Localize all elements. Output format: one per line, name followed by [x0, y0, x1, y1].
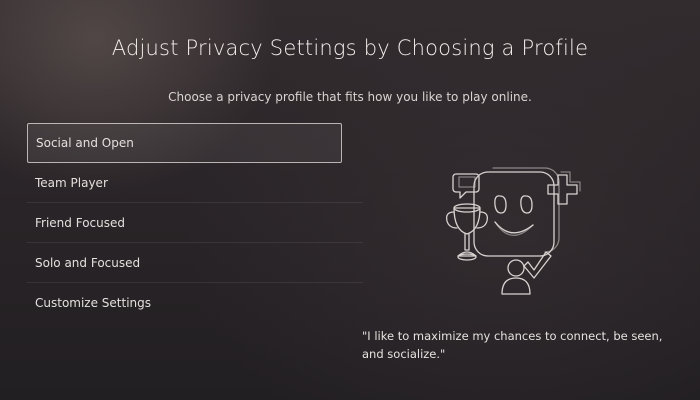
profile-option-solo-and-focused[interactable]: Solo and Focused — [27, 243, 363, 283]
chat-bubble-icon — [452, 173, 480, 199]
page-title: Adjust Privacy Settings by Choosing a Pr… — [111, 36, 589, 60]
profile-description: "I like to maximize my chances to connec… — [362, 329, 663, 361]
profile-option-social-and-open[interactable]: Social and Open — [27, 123, 342, 163]
plus-icon — [547, 171, 581, 205]
smiley-face-icon — [473, 167, 560, 257]
profile-option-friend-focused[interactable]: Friend Focused — [27, 203, 363, 243]
social-illustration — [446, 167, 581, 295]
profile-option-team-player[interactable]: Team Player — [27, 163, 363, 203]
page-subtitle: Choose a privacy profile that fits how y… — [168, 90, 532, 104]
profile-list: Social and Open Team Player Friend Focus… — [27, 123, 363, 323]
trophy-icon — [446, 203, 488, 261]
profile-option-customize-settings[interactable]: Customize Settings — [27, 283, 363, 323]
